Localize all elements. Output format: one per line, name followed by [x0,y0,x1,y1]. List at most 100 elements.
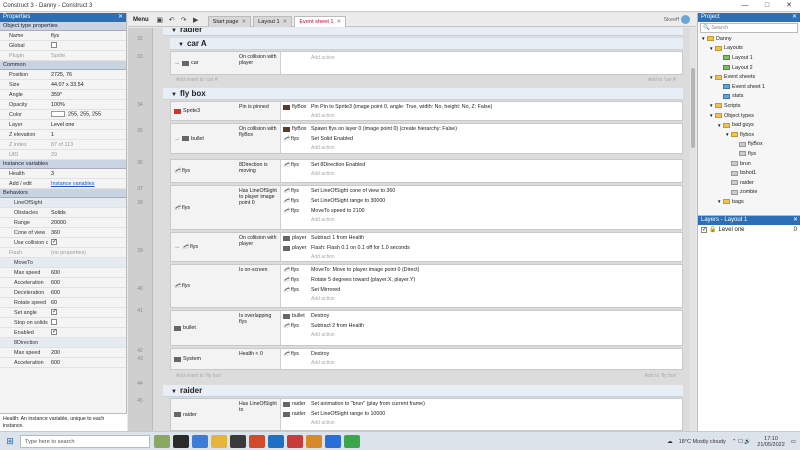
action-row[interactable]: bullet Destroy [283,311,680,321]
tree-item[interactable]: ▼ flybox [698,130,800,140]
notification-icon[interactable]: ▭ [791,439,796,445]
action-row[interactable]: 🦟 flys Set LineOfSight range to 30000 [283,196,680,206]
collapse-icon[interactable]: ▼ [171,92,177,98]
close-icon[interactable]: ✕ [792,13,797,22]
property-row[interactable]: Max speed 200 [0,348,126,358]
section-object-type[interactable]: Object type properties [0,22,126,31]
action-row[interactable]: flyBox Pin Pin to Sprite3 (image point 0,… [283,102,680,112]
weather-text[interactable]: 18°C Mostly cloudy [679,439,726,445]
taskview-icon[interactable] [173,434,189,448]
property-row[interactable]: Add / edit Instance variables [0,179,126,189]
event-condition[interactable]: → car On collision with player [171,52,281,74]
behavior-lineofsight[interactable]: LineOfSight [0,198,126,208]
color-swatch[interactable] [51,111,65,118]
tree-item[interactable]: ▼ Object types [698,111,800,121]
scroll-thumb[interactable] [691,68,695,148]
clock[interactable]: 17:10 21/05/2022 [757,436,785,448]
instance-variables-link[interactable]: Instance variables [51,181,94,187]
prop-value[interactable]: Sprite [48,53,126,59]
tree-item[interactable]: flyBox [698,140,800,150]
redo-icon[interactable]: ↷ [178,16,190,24]
group-car-a[interactable]: ▼ car A [170,38,683,50]
windows-start-icon[interactable]: ⊞ [0,436,20,447]
menu-button[interactable]: Menu [128,17,154,23]
property-row[interactable]: Opacity 100% [0,100,126,110]
event-condition[interactable]: 🦟 flys Has LineOfSight to player image poi… [171,186,281,229]
word-icon[interactable] [325,434,341,448]
property-row[interactable]: Rotate speed 60 [0,298,126,308]
behavior-8direction[interactable]: 8Direction [0,338,126,348]
checkbox[interactable] [51,329,57,336]
project-search-input[interactable]: 🔍 Search [700,23,798,33]
prop-value[interactable]: 2725, 76 [48,72,126,78]
undo-icon[interactable]: ↶ [166,16,178,24]
property-row[interactable]: Stop on solids [0,318,126,328]
tab-start-page[interactable]: Start page ✕ [207,15,252,27]
lock-icon[interactable]: 🔒 [709,226,716,233]
add-action-link[interactable]: Add action [283,216,680,225]
close-icon[interactable]: ✕ [793,216,798,225]
close-icon[interactable]: ✕ [337,19,342,25]
tree-item[interactable]: ▼ Scripts [698,101,800,111]
property-row[interactable]: Plugin Sprite [0,51,126,61]
checkbox[interactable] [51,42,57,49]
property-row[interactable]: Name flys [0,31,126,41]
action-row[interactable]: 🦟 flys Set Mirrored [283,285,680,295]
action-row[interactable]: 🦟 flys Set Solid Enabled [283,134,680,144]
tree-item[interactable]: ▼ bad guys [698,120,800,130]
prop-value[interactable] [48,309,126,316]
tree-item[interactable]: Layout 1 [698,53,800,63]
add-action-link[interactable]: Add action [283,170,680,179]
tree-item[interactable]: raider [698,178,800,188]
property-row[interactable]: Z elevation 1 [0,130,126,140]
action-row[interactable]: player Flash: Flash 0.1 on 0.1 off for 1.… [283,243,680,253]
close-icon[interactable]: ✕ [283,19,288,25]
event-block[interactable]: Sprite3 Pin is pinned flyBox Pin Pin to Spr… [170,101,683,121]
event-condition[interactable]: raider Has LineOfSight to [171,399,281,430]
tree-item[interactable]: ▼ Danny [698,34,800,44]
prop-value[interactable]: Level one [48,122,126,128]
tree-item[interactable]: ▼ Event sheets [698,72,800,82]
folder-icon[interactable] [211,434,227,448]
prop-value[interactable] [48,319,126,326]
close-icon[interactable]: ✕ [118,13,123,22]
prop-value[interactable]: 29 [48,152,126,158]
prop-value[interactable]: flys [48,33,126,39]
add-action-link[interactable]: Add action [283,253,680,262]
event-block[interactable]: bullet Is overlapping flys bullet Destroy 🦟 f… [170,310,683,346]
avatar[interactable] [681,15,690,24]
prop-value[interactable]: 100% [48,102,126,108]
property-row[interactable]: Acceleration 600 [0,278,126,288]
event-block[interactable]: → bullet On collision with flyBox flyBox Spa… [170,123,683,154]
play-icon[interactable]: ▶ [190,16,202,24]
property-row[interactable]: Enabled [0,328,126,338]
add-action-link[interactable]: Add action [283,295,680,304]
property-row[interactable]: Cone of view 360 [0,228,126,238]
add-event-fly-box[interactable]: Add event to 'fly box' Add to 'fly box' [170,372,683,381]
prop-value[interactable]: 87 of 113 [48,142,126,148]
property-row[interactable]: UID 29 [0,150,126,160]
action-row[interactable]: 🦟 flys Set 8Direction Enabled [283,160,680,170]
checkbox[interactable] [51,239,57,246]
prop-value[interactable]: Solids [48,210,126,216]
collapse-icon[interactable]: ▼ [178,42,184,48]
property-row[interactable]: Position 2725, 76 [0,70,126,80]
layer-visible-checkbox[interactable] [701,226,707,233]
prop-value[interactable]: 600 [48,270,126,276]
powerpoint-icon[interactable] [287,434,303,448]
property-row[interactable]: Deceleration 600 [0,288,126,298]
property-row[interactable]: Layer Level one [0,120,126,130]
maximize-icon[interactable]: □ [756,0,778,12]
action-row[interactable]: 🦟 flys Rotate 5 degrees toward (player.X, … [283,275,680,285]
tree-item[interactable]: zombie [698,188,800,198]
minimize-icon[interactable]: — [734,0,756,12]
prop-value[interactable]: 20000 [48,220,126,226]
prop-value[interactable]: 360 [48,230,126,236]
behavior-moveto[interactable]: MoveTo [0,258,126,268]
event-block[interactable]: raider Has LineOfSight to raider Set animat… [170,398,683,431]
property-row[interactable]: Obstacles Solids [0,208,126,218]
action-row[interactable]: 🦟 flys Destroy [283,349,680,359]
property-row[interactable]: Z index 87 of 113 [0,140,126,150]
prop-value[interactable] [48,329,126,336]
event-block[interactable]: → 🦟 flys On collision with player player Subt… [170,232,683,262]
